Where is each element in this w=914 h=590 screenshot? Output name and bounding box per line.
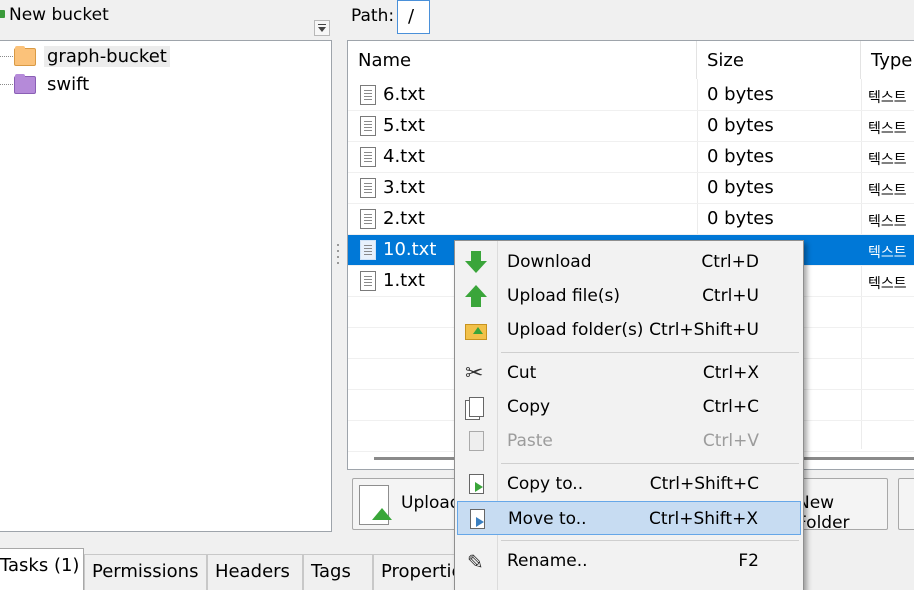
tab-tags[interactable]: Tags: [303, 554, 373, 590]
bucket-tree: graph-bucket swift: [0, 40, 332, 532]
menu-item-upload-files[interactable]: Upload file(s) Ctrl+U: [457, 279, 801, 313]
path-input[interactable]: /: [397, 0, 430, 34]
file-name: 1.txt: [383, 270, 425, 291]
menu-item-shortcut: F2: [738, 551, 759, 571]
file-size: 0 bytes: [707, 177, 774, 198]
pane-splitter[interactable]: [336, 240, 340, 280]
file-type: 텍스트: [868, 90, 907, 106]
menu-separator: [501, 463, 799, 464]
menu-item-shortcut: Ctrl+D: [701, 252, 759, 272]
upload-icon: [465, 285, 489, 309]
tree-item-swift[interactable]: swift: [0, 72, 249, 98]
menu-separator: [501, 540, 799, 541]
menu-item-label: Copy to..: [507, 474, 584, 494]
file-size: 0 bytes: [707, 208, 774, 229]
menu-item-shortcut: Ctrl+X: [702, 363, 759, 383]
menu-item-shortcut: Ctrl+Shift+C: [649, 474, 759, 494]
copy-icon: [465, 396, 489, 420]
menu-item-label: Cut: [507, 363, 537, 383]
text-file-icon: [360, 85, 376, 105]
pencil-icon: ✎: [467, 550, 484, 574]
scissors-icon: ✂: [465, 361, 484, 386]
tree-connector: [0, 84, 13, 85]
menu-separator: [501, 352, 799, 353]
menu-item-download[interactable]: Download Ctrl+D: [457, 245, 801, 279]
file-type: 텍스트: [868, 121, 907, 137]
file-size: 0 bytes: [707, 115, 774, 136]
file-row[interactable]: 4.txt 0 bytes 텍스트: [348, 142, 914, 173]
file-name: 2.txt: [383, 208, 425, 229]
upload-button[interactable]: Upload: [352, 478, 462, 530]
menu-item-upload-folders[interactable]: Upload folder(s) Ctrl+Shift+U: [457, 313, 801, 347]
text-file-icon: [360, 147, 376, 167]
text-file-icon: [360, 209, 376, 229]
new-bucket-icon: [0, 10, 5, 18]
file-size: 0 bytes: [707, 146, 774, 167]
menu-item-copy-to[interactable]: Copy to.. Ctrl+Shift+C: [457, 467, 801, 501]
menu-item-label: Upload folder(s): [507, 320, 644, 340]
menu-item-label: Copy: [507, 397, 551, 417]
new-folder-button-label: New Folder: [797, 493, 850, 533]
file-type: 텍스트: [868, 245, 907, 261]
tab-permissions[interactable]: Permissions: [84, 554, 207, 590]
menu-item-shortcut: Ctrl+V: [702, 431, 759, 451]
file-type: 텍스트: [868, 152, 907, 168]
file-type: 텍스트: [868, 276, 907, 292]
menu-item-shortcut: Ctrl+U: [702, 286, 759, 306]
column-header-size[interactable]: Size: [697, 41, 861, 79]
file-row[interactable]: 5.txt 0 bytes 텍스트: [348, 111, 914, 142]
bucket-folder-icon: [14, 74, 36, 94]
menu-item-copy[interactable]: Copy Ctrl+C: [457, 390, 801, 424]
more-actions-button[interactable]: [898, 478, 914, 530]
file-name: 3.txt: [383, 177, 425, 198]
menu-item-shortcut: Ctrl+Shift+X: [648, 509, 758, 529]
menu-item-label: Download: [507, 252, 592, 272]
menu-item-cut[interactable]: ✂ Cut Ctrl+X: [457, 356, 801, 390]
text-file-icon: [360, 116, 376, 136]
tab-tasks[interactable]: Tasks (1): [0, 548, 84, 590]
file-row[interactable]: 2.txt 0 bytes 텍스트: [348, 204, 914, 235]
bucket-folder-icon: [14, 46, 36, 66]
text-file-icon: [360, 178, 376, 198]
path-label: Path:: [351, 6, 395, 26]
file-type: 텍스트: [868, 214, 907, 230]
menu-item-rename[interactable]: ✎ Rename.. F2: [457, 544, 801, 578]
tab-headers[interactable]: Headers: [207, 554, 303, 590]
copy-to-icon: [465, 473, 489, 497]
upload-button-label: Upload: [401, 493, 461, 513]
tree-item-label: graph-bucket: [44, 46, 170, 67]
text-file-icon: [360, 271, 376, 291]
menu-item-paste[interactable]: Paste Ctrl+V: [457, 424, 801, 458]
tree-item-label: swift: [47, 74, 90, 95]
toolbar-overflow-icon[interactable]: [314, 20, 330, 36]
download-icon: [465, 251, 489, 275]
menu-item-label: Move to..: [508, 509, 587, 529]
column-header-type[interactable]: Type: [861, 41, 914, 79]
menu-item-shortcut: Ctrl+C: [702, 397, 759, 417]
file-name: 4.txt: [383, 146, 425, 167]
context-menu: Download Ctrl+D Upload file(s) Ctrl+U Up…: [454, 240, 804, 590]
file-name: 6.txt: [383, 84, 425, 105]
text-file-icon: [360, 240, 376, 260]
menu-item-shortcut: Ctrl+Shift+U: [649, 320, 759, 340]
upload-icon: [359, 485, 392, 525]
file-name: 5.txt: [383, 115, 425, 136]
menu-item-label: Rename..: [507, 551, 588, 571]
file-size: 0 bytes: [707, 84, 774, 105]
file-row[interactable]: 6.txt 0 bytes 텍스트: [348, 80, 914, 111]
left-toolbar: New bucket: [0, 0, 334, 38]
menu-item-label: Upload file(s): [507, 286, 620, 306]
tree-connector: [0, 56, 13, 57]
paste-icon: [465, 430, 489, 454]
upload-folder-icon: [465, 319, 489, 343]
menu-item-move-to[interactable]: Move to.. Ctrl+Shift+X: [457, 501, 801, 535]
column-header-name[interactable]: Name: [348, 41, 697, 79]
tree-item-graph-bucket[interactable]: graph-bucket: [0, 44, 249, 70]
file-name: 10.txt: [383, 239, 437, 260]
new-bucket-button[interactable]: New bucket: [9, 5, 109, 25]
menu-item-label: Paste: [507, 431, 553, 451]
file-type: 텍스트: [868, 183, 907, 199]
move-to-icon: [466, 508, 490, 532]
file-row[interactable]: 3.txt 0 bytes 텍스트: [348, 173, 914, 204]
